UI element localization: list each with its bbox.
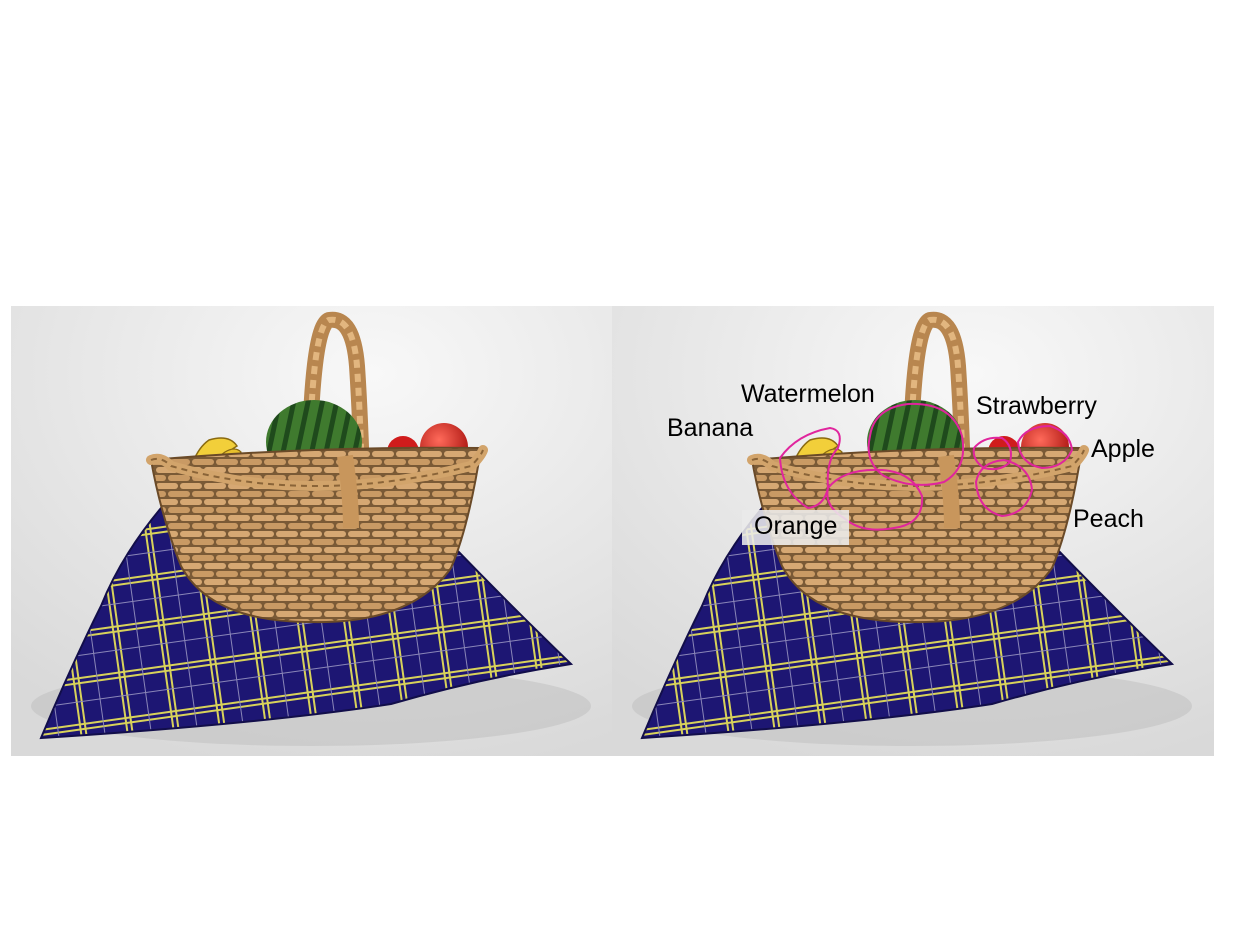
photo-original bbox=[11, 306, 613, 756]
label-orange: Orange bbox=[742, 510, 850, 545]
label-banana: Banana bbox=[667, 414, 754, 442]
label-watermelon: Watermelon bbox=[741, 380, 875, 408]
label-peach: Peach bbox=[1073, 505, 1144, 533]
label-apple: Apple bbox=[1091, 435, 1155, 463]
fruit-basket-image bbox=[11, 306, 613, 756]
label-strawberry: Strawberry bbox=[976, 392, 1097, 420]
